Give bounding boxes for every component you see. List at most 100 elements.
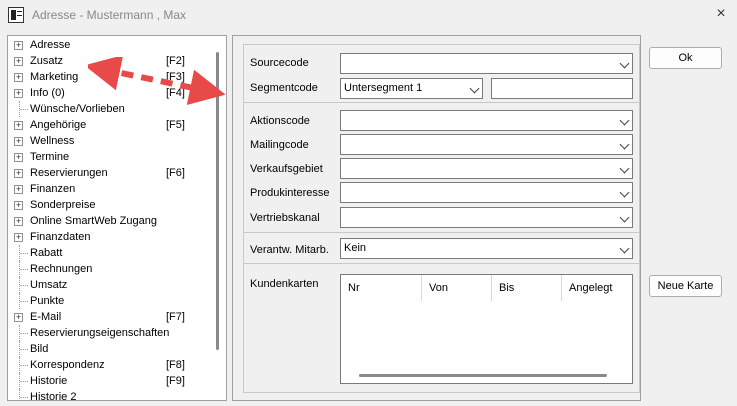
chevron-down-icon — [619, 163, 630, 174]
chevron-down-icon — [619, 212, 630, 223]
tree-item[interactable]: + Adresse — [8, 37, 214, 53]
tree-item-label: Historie — [30, 375, 68, 387]
tree-item-label: Sonderpreise — [30, 199, 96, 211]
vertriebskanal-select[interactable] — [340, 207, 633, 228]
tree-item-label: Punkte — [30, 295, 65, 307]
chevron-down-icon — [619, 58, 630, 69]
expand-icon[interactable]: + — [14, 153, 23, 162]
sourcecode-label: Sourcecode — [250, 57, 309, 69]
tree-item[interactable]: + Online SmartWeb Zugang — [8, 213, 214, 229]
tree-item-shortcut: [F5] — [166, 119, 185, 131]
chevron-down-icon — [619, 115, 630, 126]
expand-icon[interactable]: + — [14, 73, 23, 82]
sourcecode-select[interactable] — [340, 53, 633, 74]
tree-item-label: Zusatz — [30, 55, 64, 67]
tree-line — [20, 285, 28, 286]
tree-item-label: Reservierungseigenschaften — [30, 327, 170, 339]
tree-item[interactable]: Historie [F9] — [8, 373, 214, 389]
tree-item[interactable]: + Finanzen — [8, 181, 214, 197]
expand-icon[interactable]: + — [14, 233, 23, 242]
tree-item[interactable]: + Reservierungen [F6] — [8, 165, 214, 181]
tree-item-shortcut: [F7] — [166, 311, 185, 323]
produkinteresse-label: Produkinteresse — [250, 187, 330, 199]
customer-cards-table[interactable]: Nr Von Bis Angelegt — [340, 274, 633, 384]
vertriebskanal-label: Vertriebskanal — [250, 212, 320, 224]
ok-button[interactable]: Ok — [649, 47, 722, 69]
segmentcode-select[interactable]: Untersegment 1 — [340, 78, 483, 99]
tree-item-label: Umsatz — [30, 279, 68, 291]
address-book-icon — [8, 7, 24, 23]
tree-item-label: Reservierungen — [30, 167, 108, 179]
tree-item-label: Marketing — [30, 71, 79, 83]
tree-line — [20, 381, 28, 382]
tree-item-shortcut: [F9] — [166, 375, 185, 387]
expand-icon[interactable]: + — [14, 137, 23, 146]
tree-item[interactable]: + Finanzdaten — [8, 229, 214, 245]
kundenkarten-label: Kundenkarten — [250, 278, 319, 290]
tree-item-label: Termine — [30, 151, 70, 163]
tree-line — [20, 301, 28, 302]
tree-line — [20, 397, 28, 398]
tree-item-label: Info (0) — [30, 87, 65, 99]
tree-line — [20, 349, 28, 350]
chevron-down-icon — [619, 139, 630, 150]
produkinteresse-select[interactable] — [340, 182, 633, 203]
tree-item[interactable]: Bild — [8, 341, 214, 357]
table-scrollbar[interactable] — [359, 374, 607, 377]
expand-icon[interactable]: + — [14, 121, 23, 130]
expand-icon[interactable]: + — [14, 217, 23, 226]
verkaufsgebiet-label: Verkaufsgebiet — [250, 163, 323, 175]
tree-item[interactable]: + Angehörige [F5] — [8, 117, 214, 133]
aktionscode-label: Aktionscode — [250, 115, 310, 127]
tree-item[interactable]: + Sonderpreise — [8, 197, 214, 213]
mailingcode-select[interactable] — [340, 134, 633, 155]
annotation-arrow — [88, 57, 226, 105]
tree-item[interactable]: Rechnungen — [8, 261, 214, 277]
tree-item-label: Bild — [30, 343, 49, 355]
tree-item-label: Rabatt — [30, 247, 63, 259]
verkaufsgebiet-select[interactable] — [340, 158, 633, 179]
tree-line — [20, 365, 28, 366]
expand-icon[interactable]: + — [14, 57, 23, 66]
expand-icon[interactable]: + — [14, 313, 23, 322]
verantw-value: Kein — [344, 242, 367, 254]
tree-line — [20, 253, 28, 254]
tree-item[interactable]: Umsatz — [8, 277, 214, 293]
tree-item-label: Rechnungen — [30, 263, 93, 275]
column-header-von[interactable]: Von — [422, 275, 492, 301]
tree-line — [20, 333, 28, 334]
chevron-down-icon — [619, 243, 630, 254]
tree-item[interactable]: Korrespondenz [F8] — [8, 357, 214, 373]
chevron-down-icon — [619, 187, 630, 198]
expand-icon[interactable]: + — [14, 185, 23, 194]
column-header-nr[interactable]: Nr — [341, 275, 422, 301]
aktionscode-select[interactable] — [340, 110, 633, 131]
tree-item-label: Angehörige — [30, 119, 87, 131]
expand-icon[interactable]: + — [14, 41, 23, 50]
tree-item-label: Wellness — [30, 135, 75, 147]
tree-item[interactable]: Punkte — [8, 293, 214, 309]
tree-item[interactable]: Historie 2 — [8, 389, 214, 400]
tree-item[interactable]: Rabatt — [8, 245, 214, 261]
column-header-angelegt[interactable]: Angelegt — [562, 275, 632, 301]
tree-line — [20, 269, 28, 270]
tree-item[interactable]: + Wellness — [8, 133, 214, 149]
close-icon[interactable]: × — [712, 5, 730, 23]
tree-item-shortcut: [F8] — [166, 359, 185, 371]
expand-icon[interactable]: + — [14, 169, 23, 178]
tree-item-label: Adresse — [30, 39, 71, 51]
tree-item-label: Finanzen — [30, 183, 76, 195]
tree-item[interactable]: + Termine — [8, 149, 214, 165]
segmentcode-extra-field[interactable] — [491, 78, 633, 99]
tree-item-label: Online SmartWeb Zugang — [30, 215, 157, 227]
segmentcode-label: Segmentcode — [250, 82, 318, 94]
tree-item[interactable]: Reservierungseigenschaften — [8, 325, 214, 341]
tree-item-shortcut: [F6] — [166, 167, 185, 179]
expand-icon[interactable]: + — [14, 201, 23, 210]
tree-item-label: Korrespondenz — [30, 359, 105, 371]
new-card-button[interactable]: Neue Karte — [649, 275, 722, 297]
column-header-bis[interactable]: Bis — [492, 275, 562, 301]
expand-icon[interactable]: + — [14, 89, 23, 98]
verantw-select[interactable]: Kein — [340, 238, 633, 259]
tree-item[interactable]: + E-Mail [F7] — [8, 309, 214, 325]
